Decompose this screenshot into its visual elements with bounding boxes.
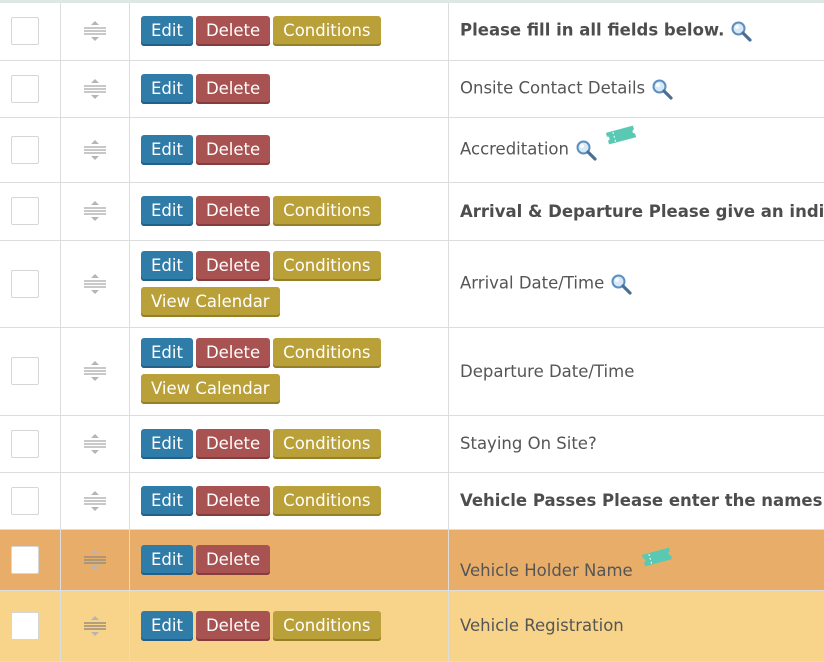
drag-handle-icon[interactable] [83, 490, 107, 512]
row-checkbox[interactable] [11, 17, 39, 46]
field-label: Arrival Date/Time [460, 273, 605, 292]
table-row: Edit Delete Vehicle Holder Name [0, 529, 824, 591]
row-checkbox[interactable] [11, 429, 39, 458]
delete-button[interactable]: Delete [195, 16, 271, 47]
field-label: Please fill in all fields below. [460, 20, 725, 40]
row-checkbox[interactable] [11, 135, 39, 164]
drag-handle-icon[interactable] [83, 549, 107, 571]
field-label: Onsite Contact Details [460, 78, 646, 97]
view-calendar-button[interactable]: View Calendar [141, 374, 280, 404]
table-row: Edit Delete Conditions Arrival & Departure… [0, 182, 824, 241]
row-checkbox[interactable] [11, 269, 39, 298]
delete-button[interactable]: Delete [195, 610, 271, 641]
table-row: Edit Delete Conditions Vehicle Passes Plea… [0, 472, 824, 530]
field-label: Arrival & Departure Please give an indic… [460, 201, 824, 221]
row-checkbox[interactable] [11, 486, 39, 515]
conditions-button[interactable]: Conditions [273, 196, 381, 226]
field-label: Departure Date/Time [460, 361, 635, 381]
delete-button[interactable]: Delete [195, 73, 271, 104]
edit-button[interactable]: Edit [141, 338, 193, 368]
edit-button[interactable]: Edit [141, 485, 193, 516]
delete-button[interactable]: Delete [195, 544, 271, 575]
drag-handle-icon[interactable] [83, 139, 107, 161]
magnifier-icon[interactable] [651, 78, 673, 100]
ticket-icon [603, 123, 639, 147]
table-row: Edit Delete Conditions View Calendar Depar… [0, 327, 824, 416]
conditions-button[interactable]: Conditions [273, 16, 381, 47]
table-row: Edit Delete Conditions View Calendar Arriv… [0, 240, 824, 328]
magnifier-icon[interactable] [575, 139, 597, 161]
edit-button[interactable]: Edit [141, 134, 193, 165]
conditions-button[interactable]: Conditions [273, 428, 381, 459]
magnifier-icon[interactable] [610, 273, 632, 295]
conditions-button[interactable]: Conditions [273, 610, 381, 641]
field-label: Staying On Site? [460, 434, 597, 453]
edit-button[interactable]: Edit [141, 73, 193, 104]
conditions-button[interactable]: Conditions [273, 485, 381, 516]
delete-button[interactable]: Delete [195, 134, 271, 165]
table-row: Edit Delete Conditions Vehicle Registratio… [0, 590, 824, 662]
table-row: Edit Delete Onsite Contact Details [0, 60, 824, 118]
edit-button[interactable]: Edit [141, 610, 193, 641]
magnifier-icon[interactable] [730, 20, 752, 42]
delete-button[interactable]: Delete [195, 485, 271, 516]
edit-button[interactable]: Edit [141, 16, 193, 47]
drag-handle-icon[interactable] [83, 78, 107, 100]
delete-button[interactable]: Delete [195, 250, 271, 281]
field-label: Vehicle Holder Name [460, 560, 633, 580]
table-row: Edit Delete Accreditation [0, 117, 824, 183]
row-checkbox[interactable] [11, 74, 39, 103]
row-checkbox[interactable] [11, 545, 39, 574]
drag-handle-icon[interactable] [83, 200, 107, 222]
table-row: Edit Delete Conditions Please fill in all … [0, 3, 824, 61]
row-checkbox[interactable] [11, 611, 39, 640]
edit-button[interactable]: Edit [141, 196, 193, 226]
edit-button[interactable]: Edit [141, 250, 193, 281]
drag-handle-icon[interactable] [83, 20, 107, 42]
ticket-icon [639, 545, 675, 569]
view-calendar-button[interactable]: View Calendar [141, 286, 280, 317]
conditions-button[interactable]: Conditions [273, 250, 381, 281]
field-label: Vehicle Registration [460, 616, 624, 635]
drag-handle-icon[interactable] [83, 360, 107, 382]
form-fields-table: Edit Delete Conditions Please fill in all … [0, 3, 824, 662]
field-label: Accreditation [460, 139, 569, 158]
row-checkbox[interactable] [11, 357, 39, 385]
edit-button[interactable]: Edit [141, 428, 193, 459]
row-checkbox[interactable] [11, 197, 39, 225]
delete-button[interactable]: Delete [195, 196, 271, 226]
drag-handle-icon[interactable] [83, 273, 107, 295]
drag-handle-icon[interactable] [83, 615, 107, 637]
table-row: Edit Delete Conditions Staying On Site? [0, 415, 824, 473]
delete-button[interactable]: Delete [195, 428, 271, 459]
drag-handle-icon[interactable] [83, 433, 107, 455]
delete-button[interactable]: Delete [195, 338, 271, 368]
conditions-button[interactable]: Conditions [273, 338, 381, 368]
field-label: Vehicle Passes Please enter the names of… [460, 491, 824, 510]
edit-button[interactable]: Edit [141, 544, 193, 575]
